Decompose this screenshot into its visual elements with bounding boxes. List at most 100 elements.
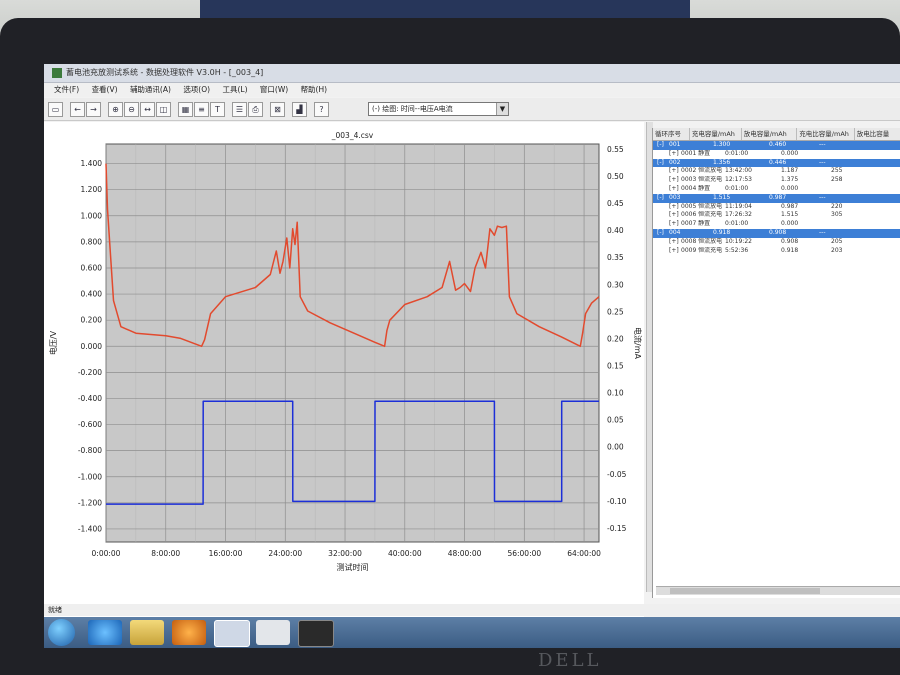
step-row[interactable]: [+] 0004 静置 0:01:00 0.000 [653, 185, 900, 194]
forward-icon[interactable]: → [86, 102, 101, 117]
y2-tick-label: -0.10 [607, 497, 627, 506]
table-cell: 0004 静置 [681, 184, 711, 192]
ie-icon[interactable] [88, 620, 122, 645]
y2-tick-label: 0.50 [607, 172, 624, 181]
table-cell: 0.460 [769, 141, 787, 148]
y-tick-label: 1.000 [81, 211, 103, 220]
table-cell: 0.918 [713, 228, 731, 236]
table-cell [831, 185, 881, 194]
scroll-thumb[interactable] [670, 588, 820, 594]
table-cell: 258 [831, 176, 843, 184]
stats-icon[interactable]: ☰ [232, 102, 247, 117]
x-tick-label: 24:00:00 [268, 549, 302, 558]
text-icon[interactable]: T [210, 102, 225, 117]
y2-tick-label: 0.10 [607, 389, 624, 398]
table-cell: 004 [669, 228, 681, 236]
table-cell: 0:01:00 [725, 184, 749, 192]
y-axis-label: 电压/V [48, 330, 58, 355]
table-cell: 0.918 [781, 246, 799, 254]
table-cell: 1.515 [781, 211, 799, 219]
y-tick-label: -1.200 [78, 498, 102, 507]
table-cell: [+] [669, 149, 679, 157]
y2-axis-label: 电流/mA [633, 327, 643, 359]
table-cell: [-] [657, 228, 664, 236]
cycle-row[interactable]: [-] 002 1.356 0.446 --- [653, 158, 900, 168]
menu-window[interactable]: 窗口(W) [260, 85, 288, 94]
step-row[interactable]: [+] 0003 恒流充电 12:17:53 1.375 258 [653, 176, 900, 185]
help-icon[interactable]: ? [314, 102, 329, 117]
table-cell: 1.356 [713, 158, 731, 166]
menu-view[interactable]: 查看(V) [92, 85, 118, 94]
y-tick-label: 0.000 [81, 342, 103, 351]
open-icon[interactable]: ▭ [48, 102, 63, 117]
print-icon[interactable]: ⎙ [248, 102, 263, 117]
table-cell: 0007 静置 [681, 220, 711, 228]
cycle-row[interactable]: [-] 003 1.515 0.987 --- [653, 193, 900, 203]
zoom-out-icon[interactable]: ⊖ [124, 102, 139, 117]
menu-file[interactable]: 文件(F) [54, 85, 79, 94]
zoom-in-icon[interactable]: ⊕ [108, 102, 123, 117]
menu-aux-comm[interactable]: 辅助通讯(A) [130, 85, 171, 94]
table-cell: 17:26:32 [725, 211, 752, 219]
step-row[interactable]: [+] 0006 恒流充电 17:26:32 1.515 305 [653, 211, 900, 220]
step-row[interactable]: [+] 0002 恒流放电 13:42:00 1.187 255 [653, 167, 900, 176]
table-cell: --- [819, 141, 826, 148]
table-cell: 203 [831, 246, 843, 254]
col-discharge-specific[interactable]: 放电比容量 [855, 128, 900, 140]
y2-tick-label: 0.45 [607, 199, 624, 208]
step-row[interactable]: [+] 0005 恒流放电 11:19:04 0.987 220 [653, 203, 900, 212]
y-tick-label: 0.400 [81, 290, 103, 299]
export-icon[interactable]: ⊠ [270, 102, 285, 117]
step-row[interactable]: [+] 0007 静置 0:01:00 0.000 [653, 220, 900, 229]
start-orb[interactable] [48, 619, 75, 646]
step-row[interactable]: [+] 0009 恒流充电 5:52:36 0.918 203 [653, 247, 900, 256]
table-cell: 220 [831, 202, 843, 210]
table-cell: 0:01:00 [725, 149, 749, 157]
table-cell: 002 [669, 158, 681, 166]
y2-tick-label: 0.35 [607, 253, 624, 262]
table-icon[interactable]: ▦ [178, 102, 193, 117]
col-cycle[interactable]: 循环序号 [653, 128, 690, 140]
table-cell: 003 [669, 193, 681, 201]
x-tick-label: 0:00:00 [92, 549, 121, 558]
folder-icon[interactable] [130, 620, 164, 645]
table-cell: [+] [669, 202, 679, 210]
y2-tick-label: -0.05 [607, 470, 627, 479]
view-select[interactable]: (-) 绘图: 时间--电压A电流 ▼ [368, 102, 509, 116]
list-icon[interactable]: ≡ [194, 102, 209, 117]
table-cell: --- [819, 193, 826, 201]
col-charge-capacity[interactable]: 充电容量/mAh [690, 128, 742, 140]
step-row[interactable]: [+] 0001 静置 0:01:00 0.000 [653, 150, 900, 159]
battery-app-icon[interactable] [214, 620, 250, 647]
back-icon[interactable]: ← [70, 102, 85, 117]
view-select-value: (-) 绘图: 时间--电压A电流 [372, 105, 453, 113]
horizontal-scrollbar[interactable] [656, 586, 900, 595]
cycle-row[interactable]: [-] 001 1.300 0.460 --- [653, 141, 900, 150]
table-cell: 13:42:00 [725, 167, 752, 175]
table-cell: 12:17:53 [725, 176, 752, 184]
zoom-area-icon[interactable]: ◫ [156, 102, 171, 117]
window-titlebar[interactable]: 蓄电池充放测试系统 - 数据处理软件 V3.0H - [_003_4] [44, 64, 900, 83]
monitor-app-icon[interactable] [298, 620, 334, 647]
step-row[interactable]: [+] 0008 恒流放电 10:19:22 0.908 205 [653, 238, 900, 247]
col-discharge-capacity[interactable]: 放电容量/mAh [742, 128, 798, 140]
table-cell: [+] [669, 246, 679, 254]
document-icon[interactable] [256, 620, 290, 645]
screen: 蓄电池充放测试系统 - 数据处理软件 V3.0H - [_003_4] 文件(F… [44, 64, 900, 648]
cycle-row[interactable]: [-] 004 0.918 0.908 --- [653, 228, 900, 238]
menu-options[interactable]: 选项(O) [183, 85, 210, 94]
media-player-icon[interactable] [172, 620, 206, 645]
menu-help[interactable]: 帮助(H) [301, 85, 328, 94]
zoom-fit-icon[interactable]: ↔ [140, 102, 155, 117]
menu-tools[interactable]: 工具(L) [222, 85, 247, 94]
col-charge-specific[interactable]: 充电比容量/mAh [797, 128, 855, 140]
table-cell: 0008 恒流放电 [681, 237, 723, 245]
chevron-down-icon[interactable]: ▼ [496, 103, 508, 115]
monitor-brand-logo: DELL [538, 650, 602, 671]
y-tick-label: -1.400 [78, 524, 102, 533]
y-tick-label: 0.200 [81, 316, 103, 325]
chart-icon[interactable]: ▟ [292, 102, 307, 117]
table-cell: 0009 恒流充电 [681, 246, 723, 254]
status-bar: 就绪 [44, 604, 900, 616]
taskbar [44, 617, 900, 648]
